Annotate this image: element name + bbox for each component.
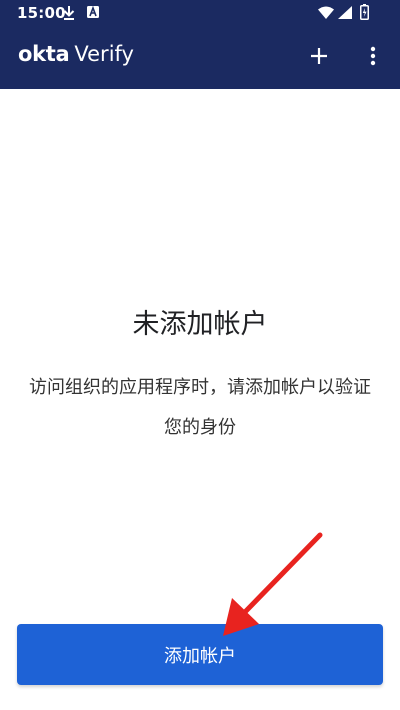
add-account-button-label: 添加帐户 <box>164 645 236 667</box>
empty-state-title: 未添加帐户 <box>132 309 268 340</box>
overflow-menu-button[interactable] <box>357 40 389 72</box>
empty-state-description: 访问组织的应用程序时，请添加帐户以验证您的身份 <box>29 377 371 438</box>
okta-verify-screen: 15:00 okta Verify 未添加帐户 访问组织的应用程序时，请添加帐户… <box>0 0 400 710</box>
app-title: okta Verify <box>18 42 134 66</box>
brand-okta: okta <box>18 42 70 66</box>
notification-a-icon <box>86 5 100 19</box>
wifi-icon <box>318 6 334 19</box>
status-time: 15:00 <box>17 4 66 22</box>
signal-icon <box>338 6 352 19</box>
battery-icon <box>360 4 369 20</box>
status-bar: 15:00 <box>0 0 400 26</box>
add-icon <box>311 48 327 64</box>
annotation-arrow-icon <box>223 532 323 636</box>
add-account-action[interactable] <box>303 40 335 72</box>
top-bar: 15:00 okta Verify <box>0 0 400 89</box>
more-vert-icon <box>370 46 376 66</box>
app-bar: okta Verify <box>0 26 400 89</box>
brand-verify: Verify <box>74 42 134 66</box>
add-account-button[interactable]: 添加帐户 <box>17 624 383 685</box>
download-icon <box>62 5 76 21</box>
